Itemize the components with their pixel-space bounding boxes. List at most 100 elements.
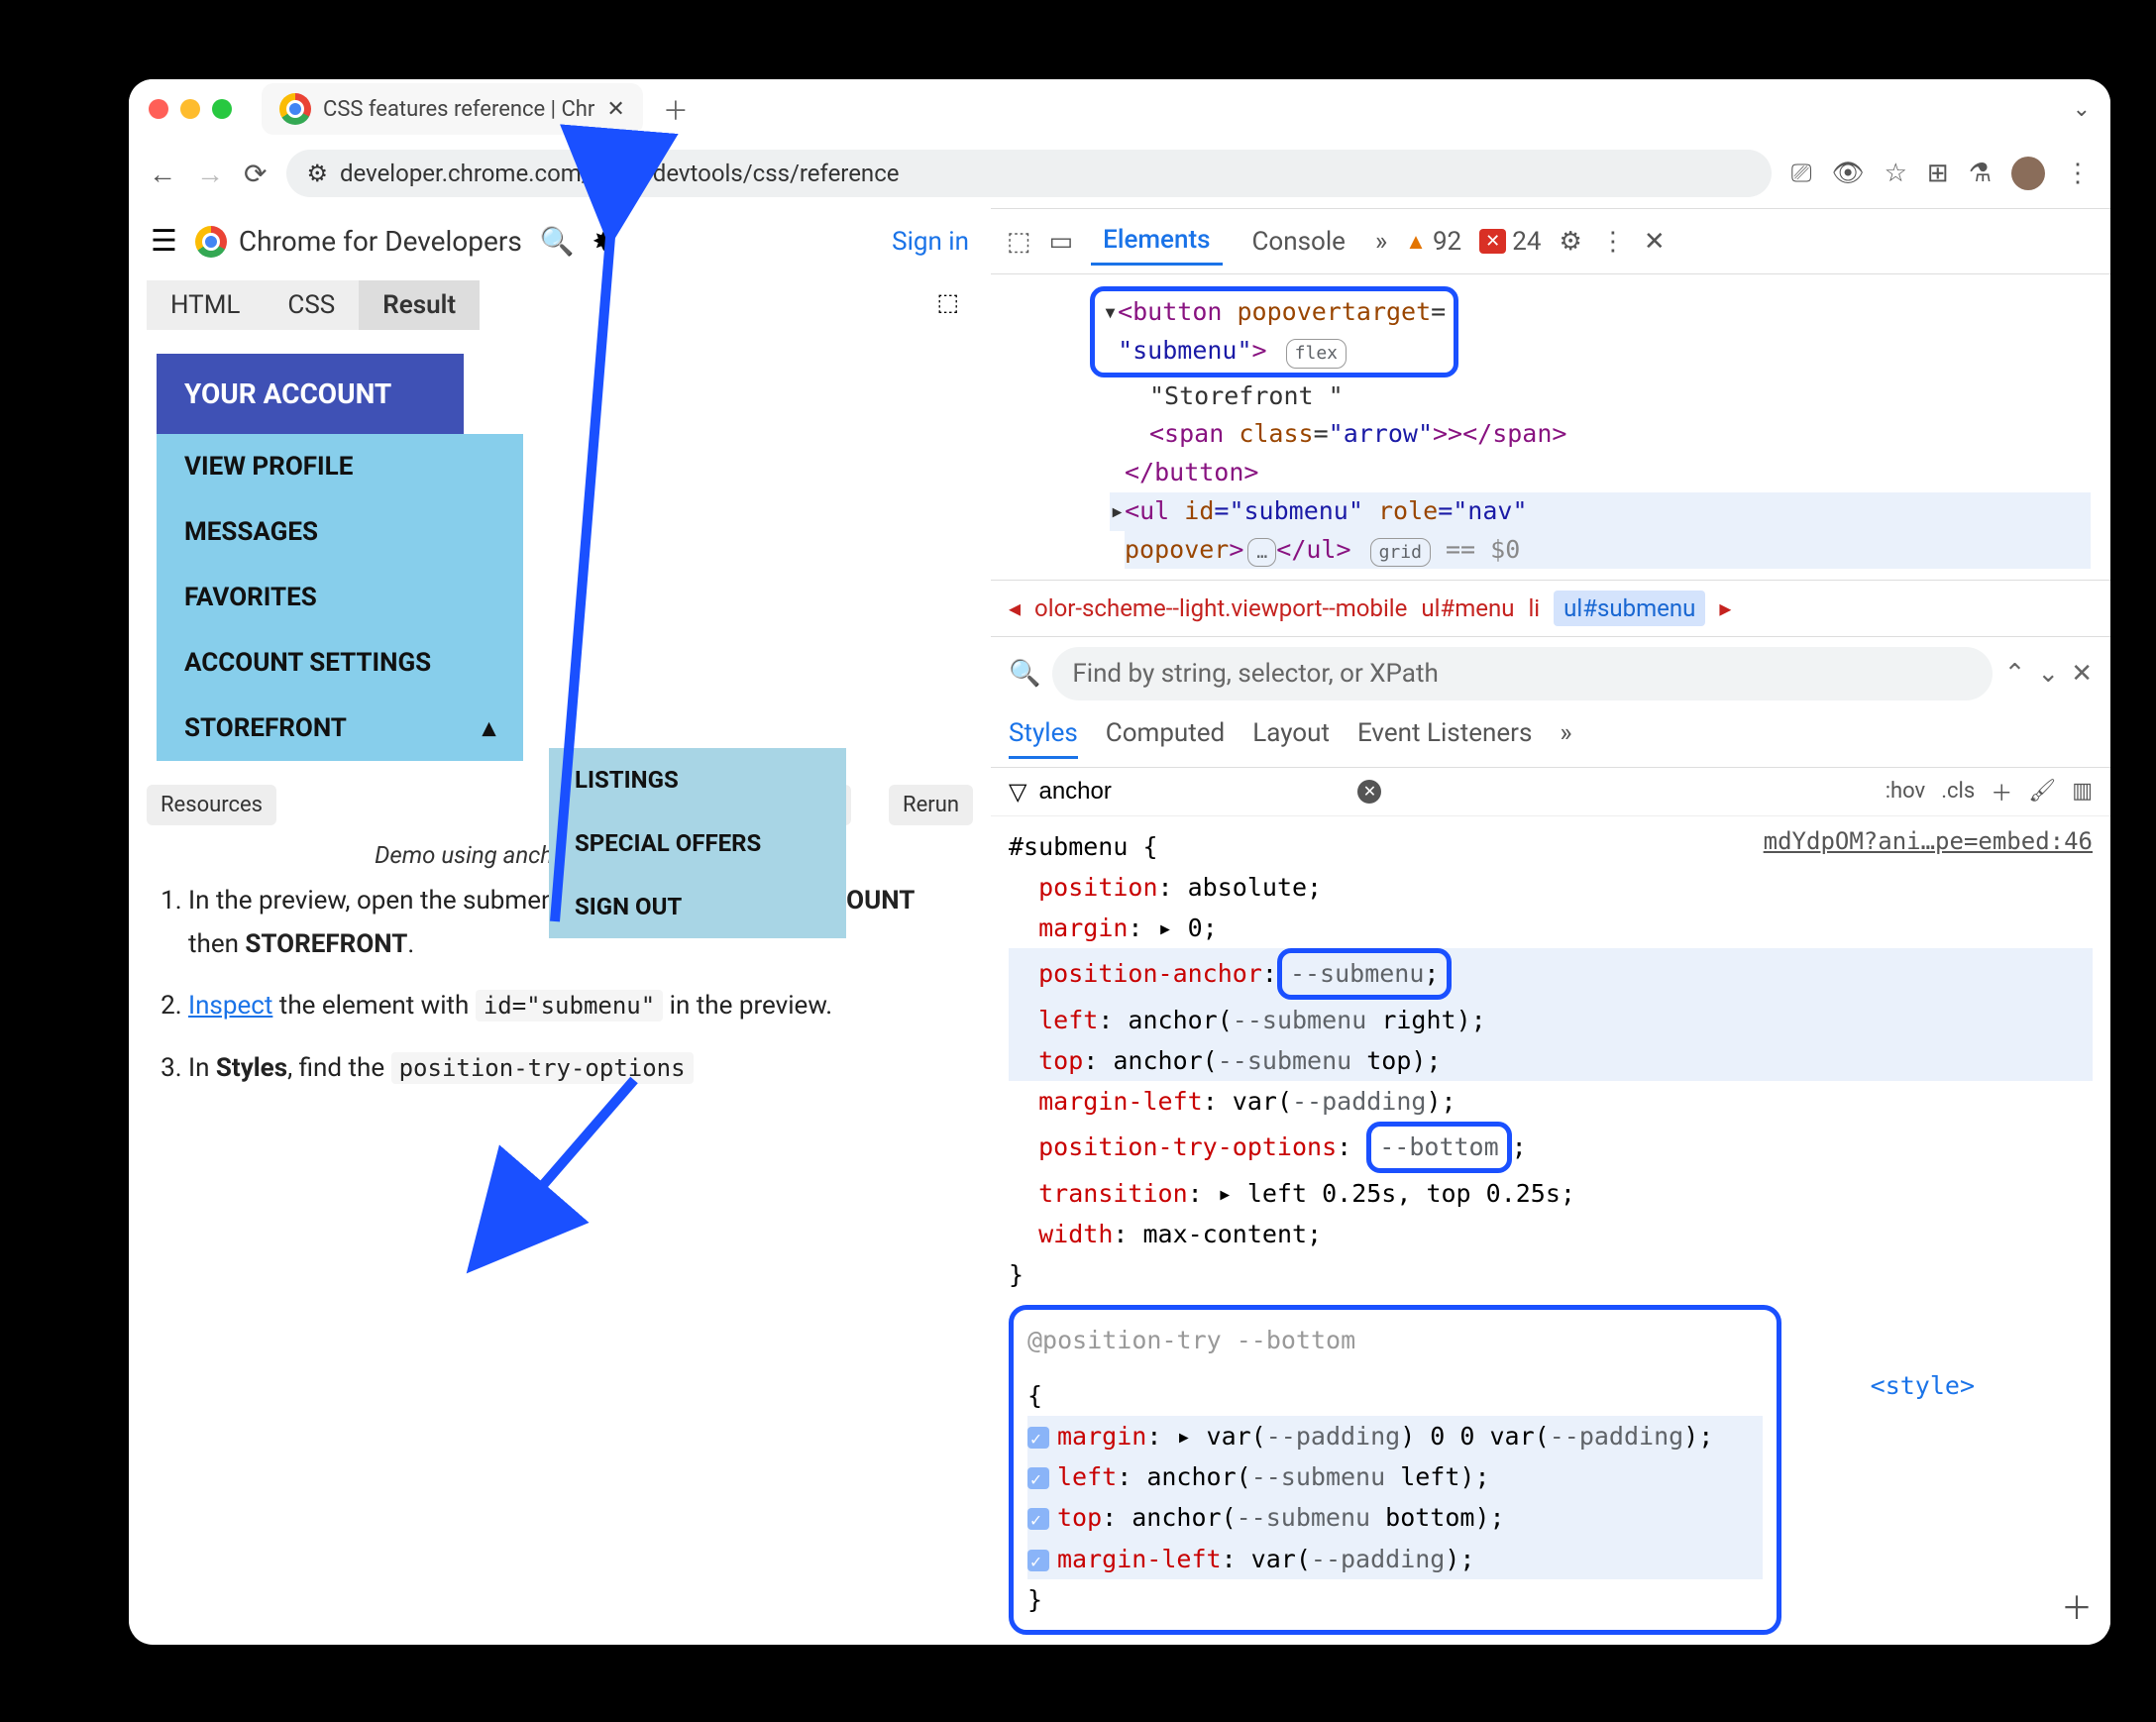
window-controls xyxy=(149,99,232,119)
new-rule-icon[interactable]: ＋ xyxy=(1991,776,2012,807)
article-pane: ☰ Chrome for Developers 🔍 ✸ Sign in HTML… xyxy=(129,208,991,1645)
dom-search-bar: 🔍 Find by string, selector, or XPath ⌃ ⌄… xyxy=(991,637,2110,710)
filter-input[interactable] xyxy=(1038,778,1346,806)
submenu-item[interactable]: SIGN OUT xyxy=(549,875,846,938)
bottom-var-chip: --bottom xyxy=(1366,1122,1511,1172)
submenu-item[interactable]: SPECIAL OFFERS xyxy=(549,811,846,875)
checkbox-icon[interactable] xyxy=(1027,1508,1049,1530)
resources-button[interactable]: Resources xyxy=(147,785,276,825)
settings-icon[interactable]: ⚙ xyxy=(1560,227,1582,257)
grid-badge[interactable]: grid xyxy=(1370,538,1431,568)
menu-item[interactable]: FAVORITES xyxy=(157,565,523,630)
devtools-tabs: ⬚ ▭ Elements Console » ▲92 ✕24 ⚙ ⋮ ✕ xyxy=(991,209,2110,274)
breadcrumb-trail[interactable]: ◂ olor-scheme--light.viewport--mobile ul… xyxy=(991,580,2110,637)
inspect-element-icon[interactable]: ⬚ xyxy=(1007,227,1031,257)
add-property-icon[interactable]: ＋ xyxy=(2061,1582,2093,1635)
minimize-window-icon[interactable] xyxy=(180,99,200,119)
highlighted-dom-node[interactable]: ▾<button popovertarget= "submenu"> flex xyxy=(1090,286,1458,377)
flex-badge[interactable]: flex xyxy=(1286,339,1347,369)
menu-item[interactable]: MESSAGES xyxy=(157,499,523,565)
styles-filter-bar: ▽ ✕ :hov .cls ＋ 🖌 ▥ xyxy=(991,768,2110,816)
anchor-var-chip: --submenu; xyxy=(1277,948,1453,999)
menu-icon[interactable]: ⋮ xyxy=(2065,159,2091,188)
close-window-icon[interactable] xyxy=(149,99,168,119)
theme-icon[interactable]: ✸ xyxy=(593,225,615,258)
site-header: ☰ Chrome for Developers 🔍 ✸ Sign in xyxy=(129,208,991,274)
new-tab-button[interactable]: ＋ xyxy=(663,91,689,128)
tab-layout[interactable]: Layout xyxy=(1252,718,1330,759)
tab-event-listeners[interactable]: Event Listeners xyxy=(1357,718,1532,759)
inspect-link[interactable]: Inspect xyxy=(188,991,272,1021)
titlebar: CSS features reference | Chr ✕ ＋ ⌄ xyxy=(129,79,2110,139)
close-search-icon[interactable]: ✕ xyxy=(2071,659,2093,689)
dom-tree[interactable]: ▾<button popovertarget= "submenu"> flex … xyxy=(991,274,2110,580)
tab-html[interactable]: HTML xyxy=(147,280,264,330)
tab-result[interactable]: Result xyxy=(359,280,480,330)
tab-overflow-icon[interactable]: ⌄ xyxy=(2073,97,2091,122)
devtools-panel: ⬚ ▭ Elements Console » ▲92 ✕24 ⚙ ⋮ ✕ ▾<b… xyxy=(991,208,2110,1645)
search-input[interactable]: Find by string, selector, or XPath xyxy=(1052,647,1992,700)
position-try-block[interactable]: @position-try --bottom <style> { margin:… xyxy=(1009,1305,1781,1635)
checkbox-icon[interactable] xyxy=(1027,1467,1049,1489)
hamburger-icon[interactable]: ☰ xyxy=(151,224,177,259)
menu-list: VIEW PROFILE MESSAGES FAVORITES ACCOUNT … xyxy=(157,434,523,761)
chrome-icon xyxy=(279,93,311,125)
forward-icon: → xyxy=(196,158,224,190)
hov-toggle[interactable]: :hov xyxy=(1886,779,1926,804)
more-tabs-icon[interactable]: » xyxy=(1375,227,1387,257)
browser-tab[interactable]: CSS features reference | Chr ✕ xyxy=(262,83,643,135)
url-text: developer.chrome.com/docs/devtools/css/r… xyxy=(340,160,900,187)
tab-styles[interactable]: Styles xyxy=(1009,718,1078,759)
submenu: LISTINGS SPECIAL OFFERS SIGN OUT xyxy=(549,748,846,938)
elements-tab[interactable]: Elements xyxy=(1091,217,1222,266)
search-icon: 🔍 xyxy=(1009,659,1040,689)
kebab-icon[interactable]: ⋮ xyxy=(1600,227,1626,257)
source-link[interactable]: mdYdpOM?ani…pe=embed:46 xyxy=(1764,822,2093,862)
menu-header[interactable]: YOUR ACCOUNT xyxy=(157,354,464,434)
prev-match-icon[interactable]: ⌃ xyxy=(2004,659,2026,689)
profile-avatar[interactable] xyxy=(2011,157,2045,190)
labs-icon[interactable]: ⚗ xyxy=(1969,159,1992,188)
close-tab-icon[interactable]: ✕ xyxy=(606,97,624,122)
address-bar[interactable]: ⚙ developer.chrome.com/docs/devtools/css… xyxy=(286,150,1771,197)
tab-css[interactable]: CSS xyxy=(264,280,359,330)
back-icon[interactable]: ← xyxy=(149,158,176,190)
tab-computed[interactable]: Computed xyxy=(1106,718,1225,759)
menu-item[interactable]: ACCOUNT SETTINGS xyxy=(157,630,523,696)
computed-toggle-icon[interactable]: ▥ xyxy=(2072,779,2093,804)
menu-item-storefront[interactable]: STOREFRONT▴ xyxy=(157,696,523,761)
sign-in-link[interactable]: Sign in xyxy=(892,227,969,257)
extensions-icon[interactable]: ⊞ xyxy=(1927,159,1949,188)
errors-badge[interactable]: ✕24 xyxy=(1479,227,1541,257)
clear-filter-icon[interactable]: ✕ xyxy=(1357,780,1381,804)
codepen-icon[interactable]: ⬚ xyxy=(922,280,973,330)
device-toolbar-icon[interactable]: ▭ xyxy=(1049,227,1074,257)
checkbox-icon[interactable] xyxy=(1027,1427,1049,1449)
submenu-item[interactable]: LISTINGS xyxy=(549,748,846,811)
styles-pane[interactable]: mdYdpOM?ani…pe=embed:46 #submenu { posit… xyxy=(991,816,2110,1646)
console-tab[interactable]: Console xyxy=(1240,219,1357,265)
site-settings-icon[interactable]: ⚙ xyxy=(306,160,328,187)
cast-icon[interactable]: ⎚ xyxy=(1791,159,1812,189)
demo-preview: YOUR ACCOUNT VIEW PROFILE MESSAGES FAVOR… xyxy=(147,342,973,773)
checkbox-icon[interactable] xyxy=(1027,1550,1049,1571)
breadcrumb-selected[interactable]: ul#submenu xyxy=(1554,591,1705,626)
paint-icon[interactable]: 🖌 xyxy=(2028,779,2056,804)
incognito-icon[interactable]: 👁 xyxy=(1832,159,1865,188)
rerun-button[interactable]: Rerun xyxy=(889,785,973,825)
instruction-step: In Styles, find the position-try-options xyxy=(188,1046,961,1090)
menu-item[interactable]: VIEW PROFILE xyxy=(157,434,523,499)
cls-toggle[interactable]: .cls xyxy=(1941,779,1975,804)
reload-icon[interactable]: ⟳ xyxy=(244,158,267,190)
more-tabs-icon[interactable]: » xyxy=(1560,718,1571,759)
search-icon[interactable]: 🔍 xyxy=(540,225,575,258)
bookmark-icon[interactable]: ☆ xyxy=(1885,159,1907,188)
instruction-step: Inspect the element with id="submenu" in… xyxy=(188,984,961,1027)
next-match-icon[interactable]: ⌄ xyxy=(2037,659,2059,689)
close-devtools-icon[interactable]: ✕ xyxy=(1644,227,1666,257)
filter-icon: ▽ xyxy=(1009,778,1026,806)
maximize-window-icon[interactable] xyxy=(212,99,232,119)
site-brand[interactable]: Chrome for Developers xyxy=(195,225,522,258)
warnings-badge[interactable]: ▲92 xyxy=(1405,227,1461,257)
style-source-link[interactable]: <style> xyxy=(1871,1365,1975,1406)
